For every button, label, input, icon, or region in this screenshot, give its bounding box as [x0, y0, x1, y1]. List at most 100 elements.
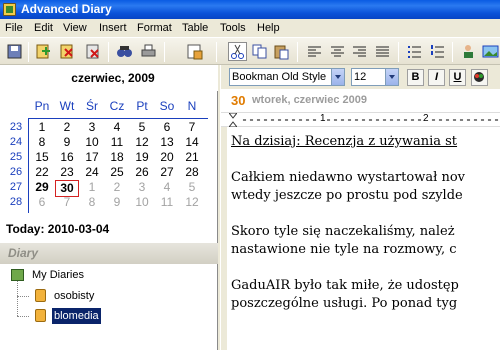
calendar-day-next-month[interactable]: 12 — [180, 195, 204, 210]
calendar-day[interactable]: 11 — [105, 135, 129, 150]
diary-book-icon — [35, 289, 46, 302]
bullet-list-button[interactable] — [405, 42, 424, 61]
cut-button[interactable] — [228, 42, 247, 61]
calendar-day-next-month[interactable]: 2 — [105, 180, 129, 195]
save-button[interactable] — [5, 42, 24, 61]
align-left-button[interactable] — [305, 42, 324, 61]
menu-insert[interactable]: Insert — [99, 21, 127, 35]
calendar-day[interactable]: 26 — [130, 165, 154, 180]
week-number: 27 — [9, 181, 23, 193]
calendar-day[interactable]: 22 — [30, 165, 54, 180]
calendar-day-next-month[interactable]: 7 — [55, 195, 79, 210]
calendar-day[interactable]: 23 — [55, 165, 79, 180]
print-button[interactable] — [139, 42, 158, 61]
menu-help[interactable]: Help — [257, 21, 280, 35]
copy-button[interactable] — [250, 42, 269, 61]
calendar-day[interactable]: 7 — [180, 120, 204, 135]
calendar-day[interactable]: 8 — [30, 135, 54, 150]
tree-item-blomedia[interactable]: blomedia — [52, 308, 101, 324]
calendar-day-next-month[interactable]: 6 — [30, 195, 54, 210]
find-button[interactable] — [115, 42, 134, 61]
calendar-day[interactable]: 1 — [30, 120, 54, 135]
calendar-day[interactable]: 4 — [105, 120, 129, 135]
delete-diary-button[interactable] — [83, 42, 102, 61]
calendar-nav: czerwiec, 2009 — [0, 65, 218, 91]
left-pane: czerwiec, 2009 Pn Wt Śr Cz Pt So N 23 1 … — [0, 65, 218, 350]
calendar-day-next-month[interactable]: 10 — [130, 195, 154, 210]
calendar-day[interactable]: 10 — [80, 135, 104, 150]
tree-root-my-diaries[interactable]: My Diaries — [32, 267, 84, 283]
text-color-button[interactable] — [471, 69, 488, 86]
calendar-day[interactable]: 13 — [155, 135, 179, 150]
calendar-day[interactable]: 12 — [130, 135, 154, 150]
today-label[interactable]: Today: 2010-03-04 — [6, 222, 109, 236]
calendar-day-next-month[interactable]: 4 — [155, 180, 179, 195]
weekday-header: Śr — [86, 99, 98, 113]
editor-pane: Bookman Old Style 12 B I U 30 wtorek, cz… — [220, 65, 500, 350]
calendar-day[interactable]: 14 — [180, 135, 204, 150]
calendar-day[interactable]: 16 — [55, 150, 79, 165]
calendar-day[interactable]: 29 — [30, 180, 54, 195]
calendar-day[interactable]: 9 — [55, 135, 79, 150]
justify-icon — [376, 46, 389, 57]
align-right-icon — [353, 46, 366, 57]
month-label: czerwiec, 2009 — [71, 71, 155, 85]
underline-button[interactable]: U — [449, 69, 466, 86]
menu-view[interactable]: View — [63, 21, 87, 35]
align-right-button[interactable] — [350, 42, 369, 61]
chevron-down-icon[interactable] — [385, 69, 398, 85]
delete-entry-button[interactable] — [57, 42, 76, 61]
menu-table[interactable]: Table — [182, 21, 208, 35]
calendar-day-next-month[interactable]: 9 — [105, 195, 129, 210]
export-icon — [187, 44, 203, 60]
font-size-value: 12 — [354, 71, 367, 83]
calendar-day[interactable]: 21 — [180, 150, 204, 165]
tree-item-osobisty[interactable]: osobisty — [54, 288, 94, 304]
align-center-button[interactable] — [328, 42, 347, 61]
export-button[interactable] — [185, 42, 204, 61]
menu-file[interactable]: File — [5, 21, 23, 35]
calendar-day-next-month[interactable]: 1 — [80, 180, 104, 195]
app-icon — [3, 3, 16, 16]
binoculars-icon — [117, 46, 132, 57]
chevron-down-icon[interactable] — [331, 69, 344, 85]
calendar-day[interactable]: 27 — [155, 165, 179, 180]
justify-button[interactable] — [373, 42, 392, 61]
calendar-day[interactable]: 18 — [105, 150, 129, 165]
weekday-header: Wt — [59, 99, 75, 113]
document-heading: Na dzisiaj: Recenzja z używania st — [231, 134, 458, 149]
weekday-header: N — [187, 99, 197, 113]
diary-tree: My Diaries osobisty blomedia — [0, 264, 218, 350]
indent-marker-icon[interactable] — [229, 113, 237, 127]
calendar-day[interactable]: 5 — [130, 120, 154, 135]
calendar-day[interactable]: 6 — [155, 120, 179, 135]
calendar-day-next-month[interactable]: 5 — [180, 180, 204, 195]
menu-format[interactable]: Format — [137, 21, 172, 35]
calendar-day-next-month[interactable]: 11 — [155, 195, 179, 210]
menu-edit[interactable]: Edit — [34, 21, 53, 35]
insert-image-button[interactable] — [481, 42, 500, 61]
calendar-day[interactable]: 3 — [80, 120, 104, 135]
numbered-list-button[interactable] — [428, 42, 447, 61]
paste-button[interactable] — [272, 42, 291, 61]
font-family-select[interactable]: Bookman Old Style — [229, 68, 345, 86]
calendar-day[interactable]: 25 — [105, 165, 129, 180]
menu-tools[interactable]: Tools — [220, 21, 246, 35]
italic-button[interactable]: I — [428, 69, 445, 86]
calendar-day[interactable]: 20 — [155, 150, 179, 165]
calendar-day-next-month[interactable]: 8 — [80, 195, 104, 210]
calendar-day-next-month[interactable]: 3 — [130, 180, 154, 195]
week-number: 23 — [9, 121, 23, 133]
insert-user-button[interactable] — [459, 42, 478, 61]
font-size-select[interactable]: 12 — [351, 68, 399, 86]
new-entry-button[interactable] — [33, 42, 52, 61]
calendar-day[interactable]: 24 — [80, 165, 104, 180]
calendar-day[interactable]: 17 — [80, 150, 104, 165]
calendar-day[interactable]: 19 — [130, 150, 154, 165]
ruler[interactable]: 1 2 — [221, 112, 500, 127]
document-text-area[interactable]: Na dzisiaj: Recenzja z używania st Całki… — [231, 133, 500, 350]
calendar-day[interactable]: 15 — [30, 150, 54, 165]
calendar-day[interactable]: 28 — [180, 165, 204, 180]
bold-button[interactable]: B — [407, 69, 424, 86]
calendar-day[interactable]: 2 — [55, 120, 79, 135]
